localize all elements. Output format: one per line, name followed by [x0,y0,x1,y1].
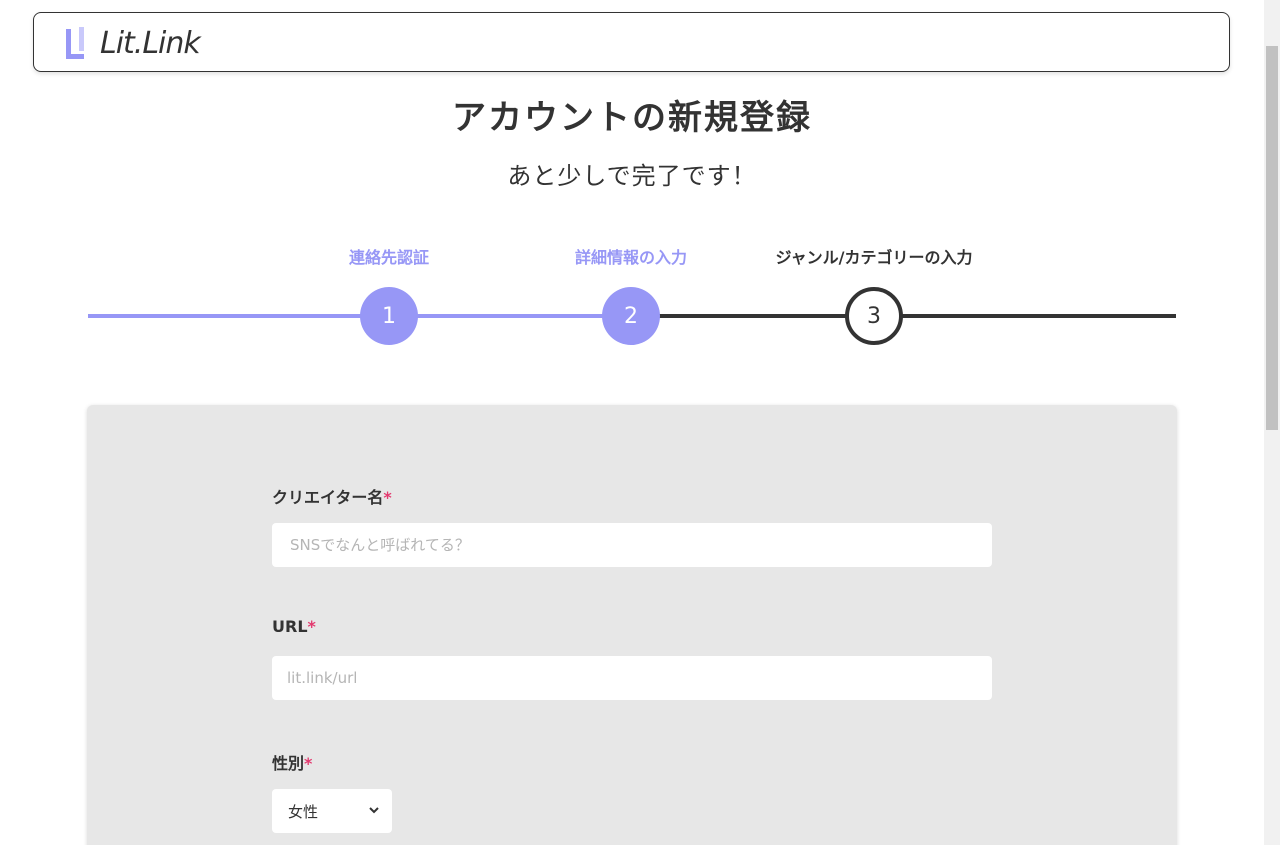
step-circle-3: 3 [845,287,903,345]
logo-mark-icon [66,27,84,59]
step-label-2: 詳細情報の入力 [574,248,687,267]
url-label: URL* [272,617,316,636]
required-mark: * [307,617,316,636]
step-circle-1: 1 [360,287,418,345]
step-circle-2: 2 [602,287,660,345]
required-mark: * [383,488,392,507]
step-label-1: 連絡先認証 [348,248,429,267]
gender-select-value: 女性 [288,802,319,821]
logo-text: Lit.Link [100,25,201,61]
scrollbar-thumb[interactable] [1266,46,1278,430]
step-label-3: ジャンル/カテゴリーの入力 [775,248,973,267]
creator-name-label: クリエイター名* [272,484,392,508]
progress-stepper: 連絡先認証 詳細情報の入力 ジャンル/カテゴリーの入力 1 2 3 [88,236,1176,356]
page-title: アカウントの新規登録 [452,98,812,138]
site-header: Lit.Link [33,12,1230,72]
chevron-down-icon [369,807,379,814]
logo[interactable]: Lit.Link [64,25,201,61]
url-input[interactable] [272,656,992,700]
gender-label-text: 性別 [272,754,305,773]
url-label-text: URL [272,617,308,636]
creator-name-label-text: クリエイター名 [272,488,384,507]
step-line-pending [631,314,1176,318]
page-scrollbar[interactable] [1264,0,1280,845]
gender-select[interactable]: 女性 [272,789,392,833]
registration-form: クリエイター名* URL* 性別* 女性 [87,405,1177,845]
page-subtitle: あと少しで完了です！ [507,162,757,190]
gender-label: 性別* [272,750,312,774]
creator-name-input[interactable] [272,523,992,567]
required-mark: * [304,754,313,773]
